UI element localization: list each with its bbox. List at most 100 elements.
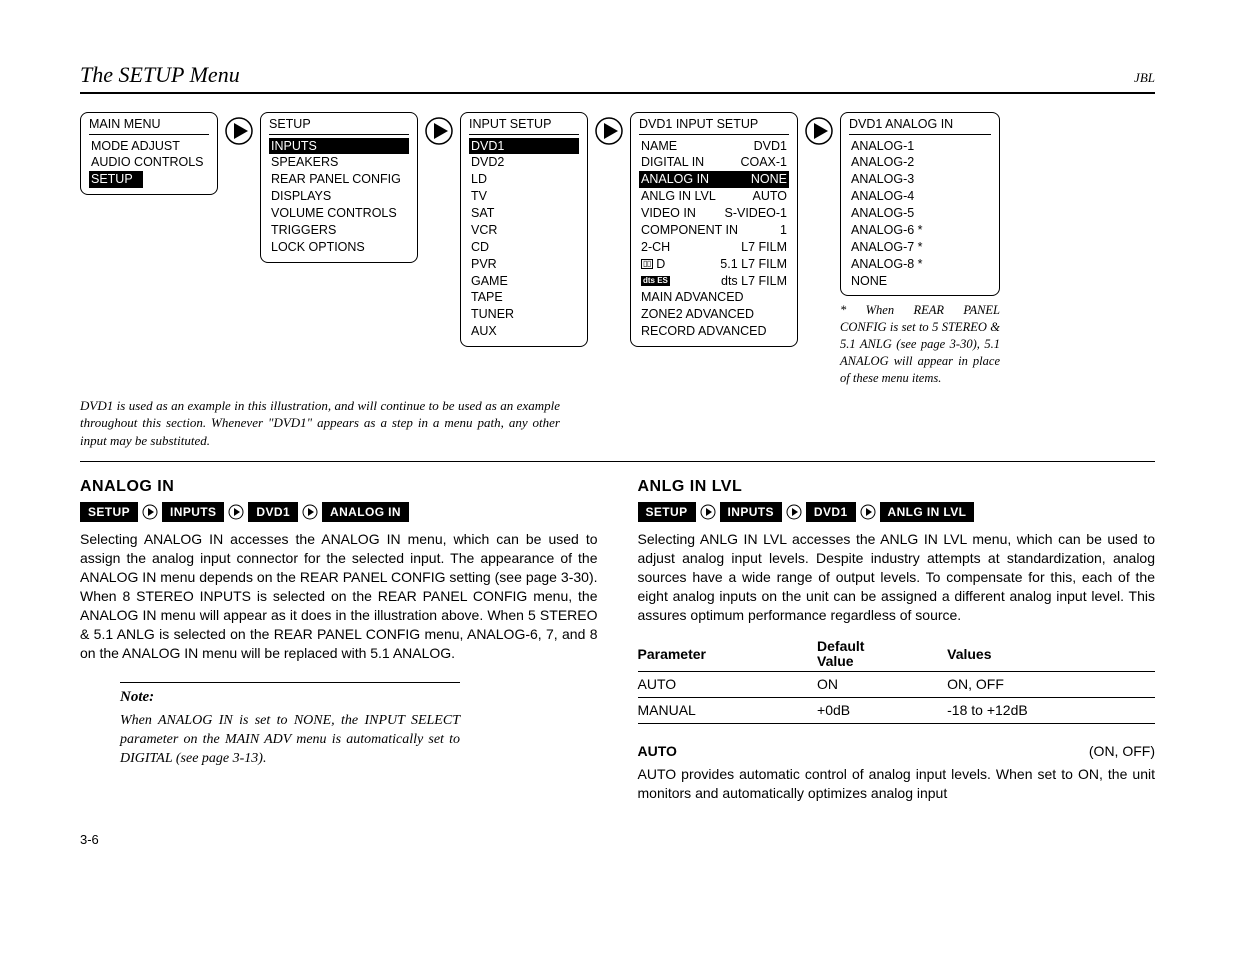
menu-item: ZONE2 ADVANCED <box>639 306 789 323</box>
menu-item: TAPE <box>469 289 579 306</box>
menu-item-label: dts ES <box>641 273 670 290</box>
th-parameter: Parameter <box>638 637 818 672</box>
menu-item-label: ANALOG IN <box>641 171 709 188</box>
th-values: Values <box>947 637 1155 672</box>
menu-item-label: ZONE2 ADVANCED <box>641 306 754 323</box>
menu-item: SPEAKERS <box>269 154 409 171</box>
menu-item: CD <box>469 239 579 256</box>
menu-item: DVD2 <box>469 154 579 171</box>
menu-item-label: VIDEO IN <box>641 205 696 222</box>
menu-item: TUNER <box>469 306 579 323</box>
divider <box>80 461 1155 462</box>
chevron-right-icon <box>700 504 716 520</box>
menu-item: ANALOG-1 <box>849 138 991 155</box>
menu-item-label: ANLG IN LVL <box>641 188 716 205</box>
section-body: Selecting ANALOG IN accesses the ANALOG … <box>80 530 598 662</box>
menu-item: PVR <box>469 256 579 273</box>
menu-item: NAME DVD1 <box>639 138 789 155</box>
page-number: 3-6 <box>80 831 1155 849</box>
menu-item: ANALOG-8 * <box>849 256 991 273</box>
illustration-caption: DVD1 is used as an example in this illus… <box>80 397 560 450</box>
input-setup-menu-box: INPUT SETUP DVD1DVD2LDTVSATVCRCDPVRGAMET… <box>460 112 588 347</box>
menu-item: SAT <box>469 205 579 222</box>
menu-illustration-row: MAIN MENU MODE ADJUSTAUDIO CONTROLSSETUP… <box>80 112 1155 387</box>
menu-item-value: S-VIDEO-1 <box>724 205 787 222</box>
menu-item: 2-CH L7 FILM <box>639 239 789 256</box>
menu-item-label: RECORD ADVANCED <box>641 323 766 340</box>
dolby-icon: ▯▯ <box>641 259 653 269</box>
chevron-right-icon <box>228 504 244 520</box>
menu-item: DVD1 <box>469 138 579 155</box>
menu-item-label: 2-CH <box>641 239 670 256</box>
page-header: The SETUP Menu JBL <box>80 60 1155 94</box>
menu-item-value: L7 FILM <box>741 239 787 256</box>
table-cell: AUTO <box>638 672 818 698</box>
table-cell: -18 to +12dB <box>947 698 1155 724</box>
section-heading-analog-in: ANALOG IN <box>80 476 598 498</box>
left-column: ANALOG IN SETUPINPUTSDVD1ANALOG IN Selec… <box>80 476 598 802</box>
section-heading-anlg-in-lvl: ANLG IN LVL <box>638 476 1156 498</box>
menu-item: VIDEO IN S-VIDEO-1 <box>639 205 789 222</box>
menu-item-value: AUTO <box>753 188 788 205</box>
section-body: Selecting ANLG IN LVL accesses the ANLG … <box>638 530 1156 624</box>
menu-item: dts ES dts L7 FILM <box>639 273 789 290</box>
param-name: AUTO <box>638 742 677 761</box>
table-cell: +0dB <box>817 698 947 724</box>
chevron-right-icon <box>142 504 158 520</box>
nav-arrow-icon <box>804 116 834 146</box>
menu-item: ANALOG-5 <box>849 205 991 222</box>
menu-item: ANALOG-2 <box>849 154 991 171</box>
breadcrumb: SETUPINPUTSDVD1ANALOG IN <box>80 502 598 522</box>
menu-item: LD <box>469 171 579 188</box>
menu-item: ANALOG-3 <box>849 171 991 188</box>
th-default: DefaultValue <box>817 637 947 672</box>
menu-item-value: NONE <box>751 171 787 188</box>
menu-item: ▯▯ D5.1 L7 FILM <box>639 256 789 273</box>
menu-item: GAME <box>469 273 579 290</box>
chevron-right-icon <box>302 504 318 520</box>
chevron-right-icon <box>786 504 802 520</box>
brand-label: JBL <box>1134 69 1155 87</box>
chevron-right-icon <box>860 504 876 520</box>
menu-item-value: DVD1 <box>754 138 787 155</box>
menu-title: DVD1 ANALOG IN <box>849 116 991 135</box>
menu-item: LOCK OPTIONS <box>269 239 409 256</box>
menu-item: DISPLAYS <box>269 188 409 205</box>
menu-item: ANALOG IN NONE <box>639 171 789 188</box>
menu-item: SETUP <box>89 171 209 188</box>
breadcrumb-item: DVD1 <box>248 502 298 522</box>
table-cell: MANUAL <box>638 698 818 724</box>
menu-item-label: NAME <box>641 138 677 155</box>
nav-arrow-icon <box>224 116 254 146</box>
breadcrumb-item: ANLG IN LVL <box>880 502 975 522</box>
nav-arrow-icon <box>594 116 624 146</box>
breadcrumb-item: SETUP <box>80 502 138 522</box>
menu-item: ANALOG-4 <box>849 188 991 205</box>
breadcrumb-item: INPUTS <box>162 502 224 522</box>
menu-item-value: COAX-1 <box>740 154 787 171</box>
right-column: ANLG IN LVL SETUPINPUTSDVD1ANLG IN LVL S… <box>638 476 1156 802</box>
note-title: Note: <box>120 687 460 707</box>
dvd1-input-setup-menu-box: DVD1 INPUT SETUP NAMEDVD1DIGITAL INCOAX-… <box>630 112 798 347</box>
menu-item-value: 1 <box>780 222 787 239</box>
menu-item: INPUTS <box>269 138 409 155</box>
menu-title: INPUT SETUP <box>469 116 579 135</box>
menu-item: RECORD ADVANCED <box>639 323 789 340</box>
menu-item-label: ▯▯ D <box>641 256 665 273</box>
note-body: When ANALOG IN is set to NONE, the INPUT… <box>120 712 460 769</box>
breadcrumb-item: SETUP <box>638 502 696 522</box>
main-menu-box: MAIN MENU MODE ADJUSTAUDIO CONTROLSSETUP <box>80 112 218 196</box>
menu-item: ANLG IN LVL AUTO <box>639 188 789 205</box>
menu-item: ANALOG-6 * <box>849 222 991 239</box>
table-cell: ON, OFF <box>947 672 1155 698</box>
menu-item-value: dts L7 FILM <box>721 273 787 290</box>
menu-title: MAIN MENU <box>89 116 209 135</box>
dvd1-analog-in-menu-box: DVD1 ANALOG IN ANALOG-1ANALOG-2ANALOG-3A… <box>840 112 1000 297</box>
page-title: The SETUP Menu <box>80 60 240 90</box>
menu-item-label: COMPONENT IN <box>641 222 738 239</box>
table-row: MANUAL+0dB-18 to +12dB <box>638 698 1156 724</box>
menu-item: MODE ADJUST <box>89 138 209 155</box>
footnote-marker: * <box>840 303 866 317</box>
menu-item: AUDIO CONTROLS <box>89 154 209 171</box>
menu-item: ANALOG-7 * <box>849 239 991 256</box>
